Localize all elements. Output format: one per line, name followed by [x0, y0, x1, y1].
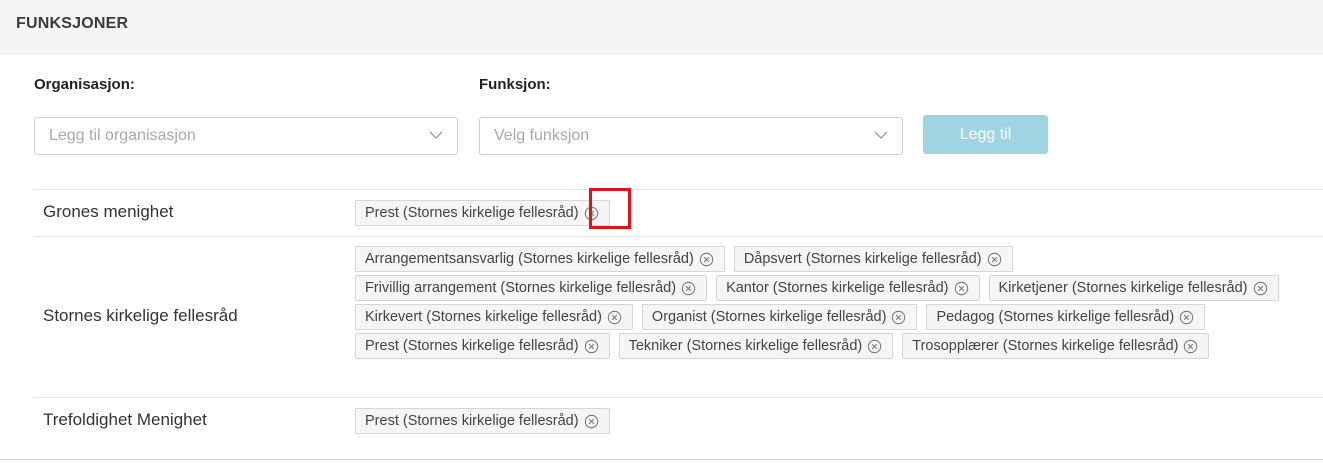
section-header: FUNKSJONER: [0, 0, 1323, 54]
section-title: FUNKSJONER: [16, 15, 129, 32]
close-circle-icon[interactable]: [584, 339, 599, 354]
function-tag: Prest (Stornes kirkelige fellesråd): [355, 408, 610, 434]
function-tag: Tekniker (Stornes kirkelige fellesråd): [618, 333, 894, 359]
close-circle-icon[interactable]: [867, 339, 882, 354]
function-tag-label: Frivillig arrangement (Stornes kirkelige…: [365, 280, 677, 296]
divider: [34, 236, 1323, 237]
close-circle-icon[interactable]: [891, 310, 906, 325]
function-label: Funksjon:: [479, 76, 551, 93]
row-organisation-name: Stornes kirkelige fellesråd: [43, 306, 238, 325]
function-placeholder: Velg funksjon: [494, 127, 590, 144]
organisation-placeholder: Legg til organisasjon: [49, 127, 196, 144]
function-tag: Dåpsvert (Stornes kirkelige fellesråd): [733, 246, 1013, 272]
row-organisation-name: Grones menighet: [43, 202, 174, 221]
organisation-label: Organisasjon:: [34, 76, 135, 93]
function-tag: Arrangementsansvarlig (Stornes kirkelige…: [355, 246, 725, 272]
highlight-box: [589, 188, 631, 229]
organisation-select[interactable]: Legg til organisasjon: [34, 117, 458, 155]
function-tag: Frivillig arrangement (Stornes kirkelige…: [355, 275, 708, 301]
function-tag: Prest (Stornes kirkelige fellesråd): [355, 333, 610, 359]
function-tag-label: Prest (Stornes kirkelige fellesråd): [365, 205, 579, 221]
close-circle-icon[interactable]: [607, 310, 622, 325]
close-circle-icon[interactable]: [1253, 281, 1268, 296]
function-tag-label: Trosopplærer (Stornes kirkelige fellesrå…: [912, 338, 1179, 354]
function-tag: Prest (Stornes kirkelige fellesråd): [355, 200, 610, 226]
function-select[interactable]: Velg funksjon: [479, 117, 903, 155]
row-organisation-name: Trefoldighet Menighet: [43, 410, 207, 429]
chevron-down-icon: [874, 131, 888, 139]
function-tag-label: Kirkevert (Stornes kirkelige fellesråd): [365, 309, 602, 325]
function-tag-label: Tekniker (Stornes kirkelige fellesråd): [628, 338, 863, 354]
close-circle-icon[interactable]: [987, 252, 1002, 267]
function-tag-label: Prest (Stornes kirkelige fellesråd): [365, 338, 579, 354]
close-circle-icon[interactable]: [584, 414, 599, 429]
add-button[interactable]: Legg til: [923, 115, 1048, 154]
divider: [0, 459, 1323, 460]
function-tag-label: Pedagog (Stornes kirkelige fellesråd): [936, 309, 1175, 325]
close-circle-icon[interactable]: [954, 281, 969, 296]
close-circle-icon[interactable]: [1179, 310, 1194, 325]
function-tag-label: Organist (Stornes kirkelige fellesråd): [651, 309, 887, 325]
function-tag: Kantor (Stornes kirkelige fellesråd): [716, 275, 980, 301]
function-tag-list: Prest (Stornes kirkelige fellesråd): [355, 408, 1315, 434]
function-tag-label: Kirketjener (Stornes kirkelige fellesråd…: [998, 280, 1248, 296]
function-tag-label: Dåpsvert (Stornes kirkelige fellesråd): [743, 251, 982, 267]
function-tag: Kirketjener (Stornes kirkelige fellesråd…: [988, 275, 1279, 301]
close-circle-icon[interactable]: [681, 281, 696, 296]
function-tag: Kirkevert (Stornes kirkelige fellesråd): [355, 304, 633, 330]
function-tag-list: Prest (Stornes kirkelige fellesråd): [355, 200, 1315, 226]
chevron-down-icon: [429, 131, 443, 139]
close-circle-icon[interactable]: [699, 252, 714, 267]
divider: [34, 397, 1323, 398]
divider: [34, 189, 1323, 190]
function-tag-label: Kantor (Stornes kirkelige fellesråd): [726, 280, 949, 296]
function-tag-list: Arrangementsansvarlig (Stornes kirkelige…: [355, 246, 1315, 359]
function-tag: Pedagog (Stornes kirkelige fellesråd): [926, 304, 1206, 330]
function-tag: Trosopplærer (Stornes kirkelige fellesrå…: [902, 333, 1210, 359]
close-circle-icon[interactable]: [1183, 339, 1198, 354]
function-tag-label: Prest (Stornes kirkelige fellesråd): [365, 413, 579, 429]
function-tag-label: Arrangementsansvarlig (Stornes kirkelige…: [365, 251, 694, 267]
function-tag: Organist (Stornes kirkelige fellesråd): [641, 304, 918, 330]
